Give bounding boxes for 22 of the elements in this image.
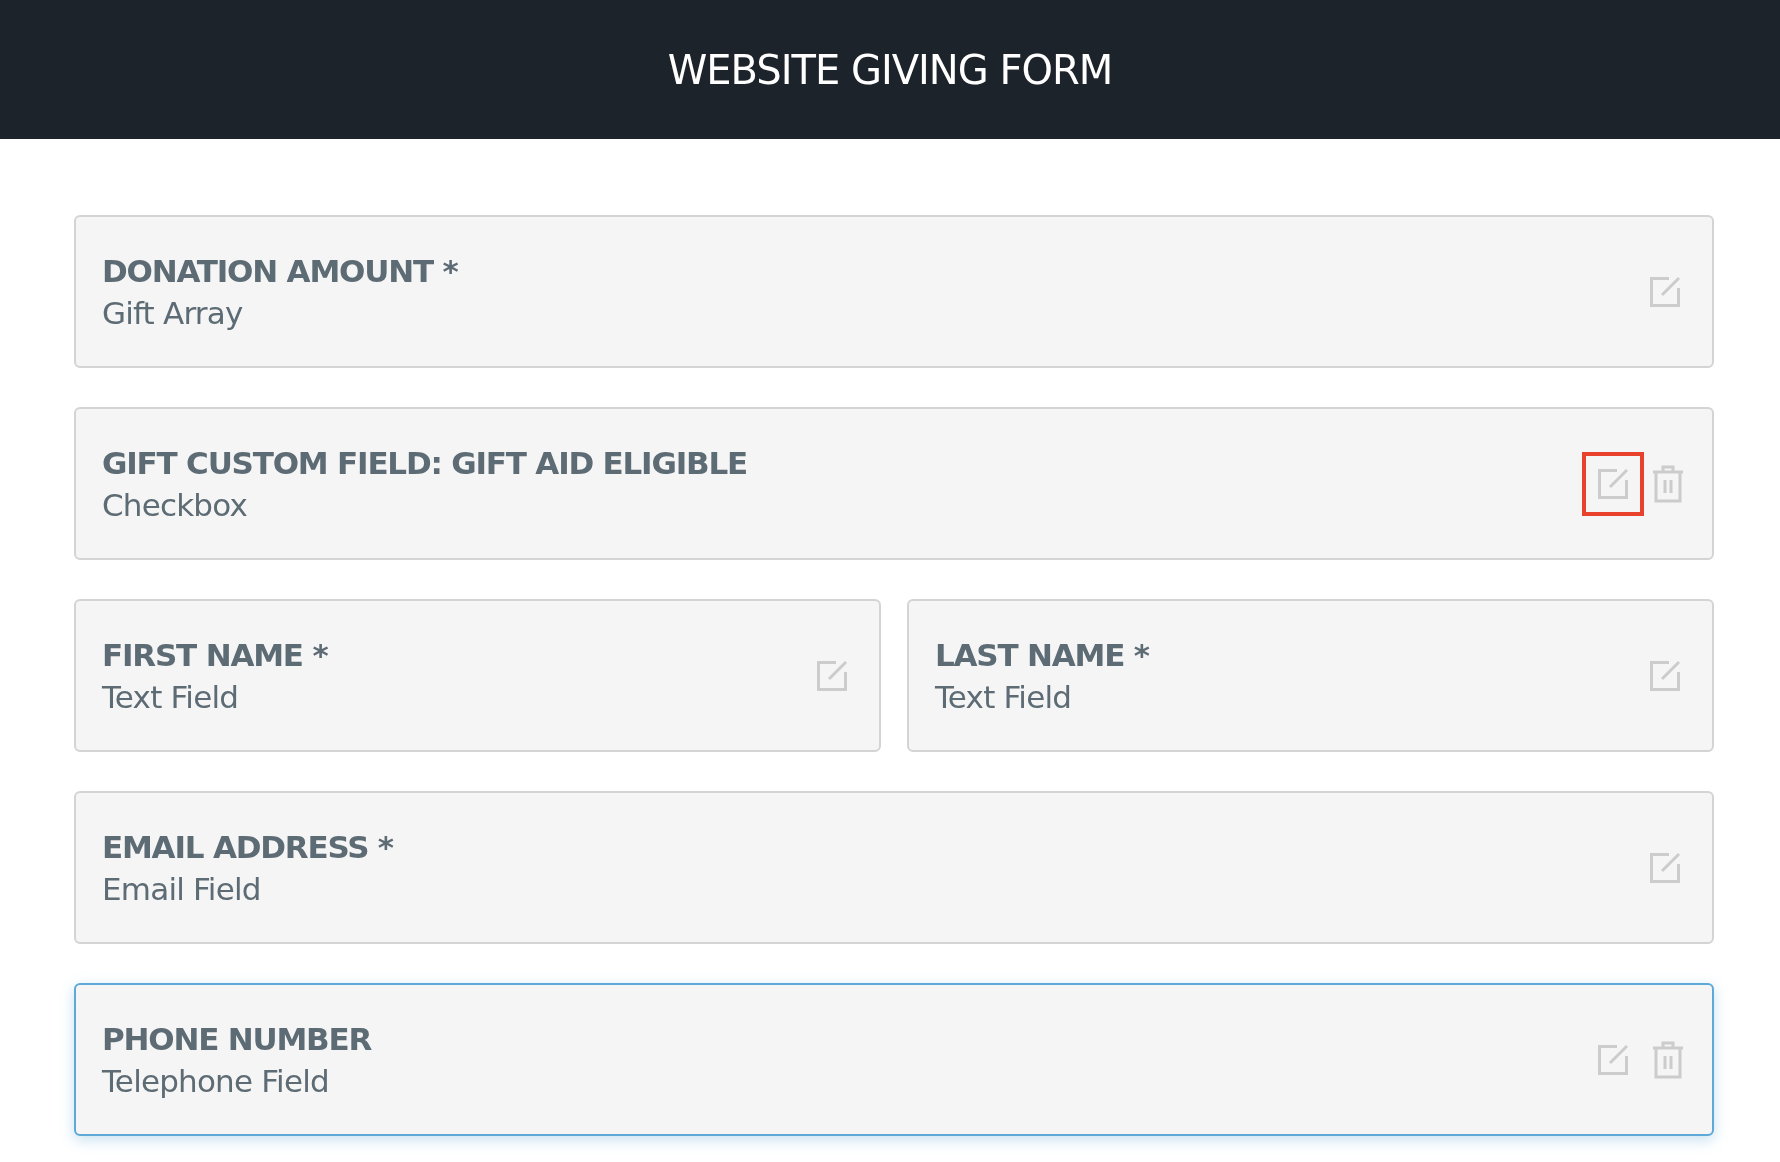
- field-card[interactable]: DONATION AMOUNT * Gift Array: [74, 215, 1714, 368]
- field-label: PHONE NUMBER: [102, 1020, 373, 1057]
- field-type: Email Field: [102, 870, 262, 907]
- page-title: WEBSITE GIVING FORM: [667, 46, 1113, 93]
- field-card[interactable]: LAST NAME * Text Field: [907, 599, 1714, 752]
- trash-icon[interactable]: [1652, 1040, 1684, 1079]
- trash-icon[interactable]: [1652, 464, 1684, 503]
- field-card[interactable]: EMAIL ADDRESS * Email Field: [74, 791, 1714, 944]
- field-type: Text Field: [102, 678, 240, 715]
- highlighted-edit-button[interactable]: [1582, 451, 1644, 516]
- field-label: GIFT CUSTOM FIELD: GIFT AID ELIGIBLE: [102, 444, 748, 481]
- field-type: Text Field: [935, 678, 1073, 715]
- field-card[interactable]: PHONE NUMBER Telephone Field: [74, 983, 1714, 1136]
- field-type: Checkbox: [102, 486, 248, 523]
- field-card[interactable]: GIFT CUSTOM FIELD: GIFT AID ELIGIBLE Checkbox: [74, 407, 1714, 560]
- field-label: LAST NAME *: [935, 636, 1150, 673]
- field-label: FIRST NAME *: [102, 636, 329, 673]
- field-type: Telephone Field: [102, 1062, 330, 1099]
- field-label: DONATION AMOUNT *: [102, 252, 459, 289]
- field-type: Gift Array: [102, 294, 244, 331]
- field-card[interactable]: FIRST NAME * Text Field: [74, 599, 881, 752]
- field-label: EMAIL ADDRESS *: [102, 828, 394, 865]
